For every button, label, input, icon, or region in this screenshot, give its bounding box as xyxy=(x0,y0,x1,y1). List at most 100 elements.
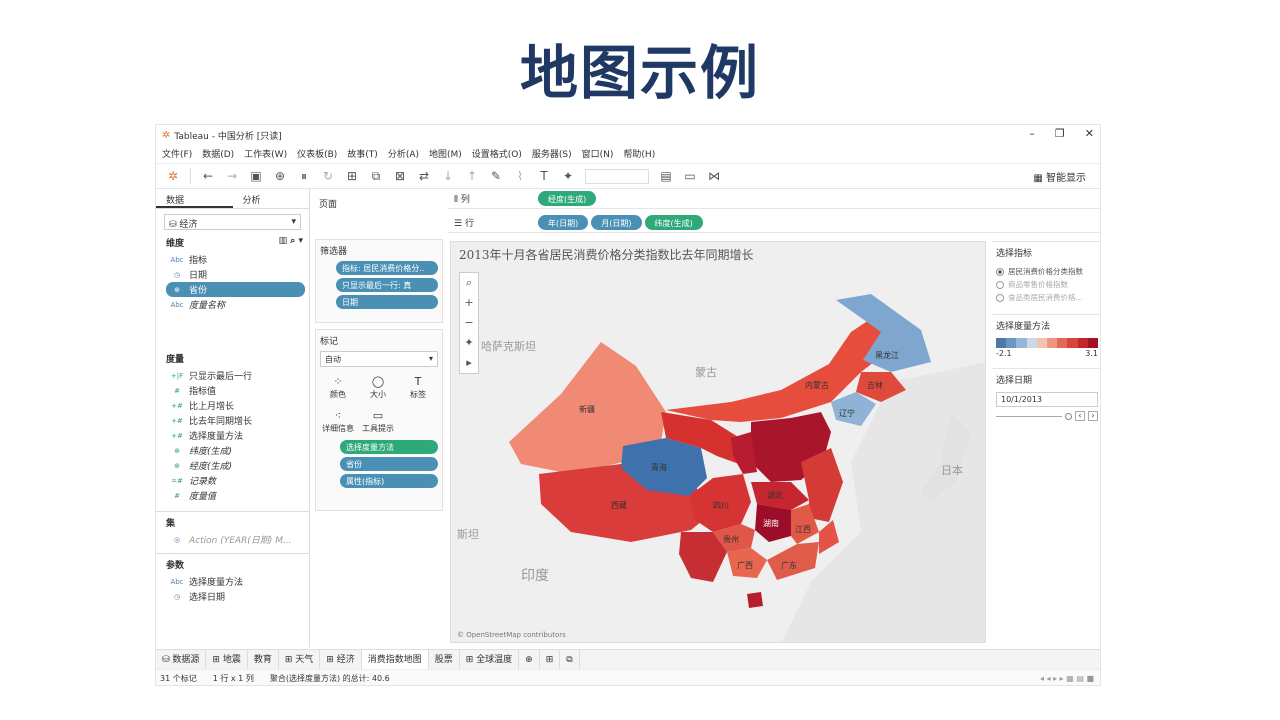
tab-sheet[interactable]: 股票 xyxy=(429,649,460,670)
new-dashboard-icon[interactable]: ⊞ xyxy=(540,649,561,670)
pages-label: 页面 xyxy=(319,200,338,210)
zoom-out-button[interactable]: − xyxy=(460,313,478,333)
tab-analysis[interactable]: 分析 xyxy=(233,189,310,208)
menu-map[interactable]: 地图(M) xyxy=(429,147,462,160)
sort-asc-icon[interactable]: ↓ xyxy=(441,169,455,183)
field-item-selected[interactable]: ⊕ 省份 xyxy=(166,282,305,297)
field-item[interactable]: ⊕ 经度(生成) xyxy=(166,458,309,473)
date-slider[interactable]: ‹ › xyxy=(996,411,1098,421)
columns-pill[interactable]: 经度(生成) xyxy=(538,191,597,206)
tab-sheet[interactable]: ⊞ 地震 xyxy=(206,649,248,670)
field-item[interactable]: ◎ Action (YEAR(日期) M... xyxy=(166,532,309,547)
sheet-nav-icons[interactable]: ◂ ◂ ▸ ▸ ▦ ▤ ■ xyxy=(1040,674,1094,683)
mark-pill-detail[interactable]: 省份 xyxy=(340,457,438,471)
new-worksheet-icon[interactable]: ⊕ xyxy=(519,649,540,670)
new-sheet-icon[interactable]: ⊞ xyxy=(345,169,359,183)
tab-datasource[interactable]: ⛁ 数据源 xyxy=(156,649,207,670)
rows-pill[interactable]: 纬度(生成) xyxy=(644,215,703,230)
field-item[interactable]: Abc 选择度量方法 xyxy=(166,574,309,589)
map-search-icon[interactable]: ⌕ xyxy=(460,273,478,293)
label-button[interactable]: T 标签 xyxy=(400,373,436,403)
pin-map-icon[interactable]: ✦ xyxy=(460,333,478,353)
menu-window[interactable]: 窗口(N) xyxy=(582,147,614,160)
tab-sheet-active[interactable]: 消费指数地图 xyxy=(361,649,429,670)
menu-story[interactable]: 故事(T) xyxy=(347,147,378,160)
sort-desc-icon[interactable]: ↑ xyxy=(465,169,479,183)
color-button[interactable]: ⁘ 颜色 xyxy=(320,373,356,403)
filter-pill[interactable]: 只显示最后一行: 真 xyxy=(336,278,438,292)
field-item[interactable]: Abc 指标 xyxy=(166,252,309,267)
forward-icon[interactable]: → xyxy=(225,169,239,183)
mark-pill-color[interactable]: 选择度量方法 xyxy=(340,440,438,454)
pin-icon[interactable]: ✦ xyxy=(561,169,575,183)
menu-analysis[interactable]: 分析(A) xyxy=(388,147,419,160)
menu-data[interactable]: 数据(D) xyxy=(202,147,234,160)
field-item[interactable]: ⊕ 纬度(生成) xyxy=(166,443,309,458)
highlight-icon[interactable]: ✎ xyxy=(489,169,503,183)
tab-sheet[interactable]: ⊞ 全球温度 xyxy=(460,649,520,670)
date-input[interactable]: 10/1/2013 xyxy=(996,392,1098,407)
new-datasource-icon[interactable]: ⊕ xyxy=(273,169,287,183)
save-icon[interactable]: ▣ xyxy=(249,169,263,183)
fit-dropdown[interactable] xyxy=(585,168,649,184)
field-item[interactable]: =# 记录数 xyxy=(166,473,309,488)
field-item[interactable]: +# 比上月增长 xyxy=(166,398,309,413)
group-icon[interactable]: ⌇ xyxy=(513,169,527,183)
rows-pill[interactable]: 月(日期) xyxy=(591,215,642,230)
tab-sheet[interactable]: ⊞ 经济 xyxy=(320,649,362,670)
tableau-home-icon[interactable]: ✲ xyxy=(166,169,180,183)
tab-data[interactable]: 数据 xyxy=(156,189,233,208)
radio-option[interactable]: 食品类居民消费价格... xyxy=(996,291,1098,304)
tab-sheet[interactable]: ⊞ 天气 xyxy=(279,649,321,670)
expand-toolbar-icon[interactable]: ▸ xyxy=(460,353,478,373)
radio-option[interactable]: 商品零售价格指数 xyxy=(996,278,1098,291)
field-item[interactable]: +|F 只显示最后一行 xyxy=(166,368,309,383)
filter-pill[interactable]: 日期 xyxy=(336,295,438,309)
maximize-button[interactable]: ❐ xyxy=(1055,127,1065,140)
slider-knob[interactable] xyxy=(1065,412,1072,420)
duplicate-sheet-icon[interactable]: ⧉ xyxy=(369,169,383,184)
labels-icon[interactable]: T xyxy=(537,169,551,183)
menu-help[interactable]: 帮助(H) xyxy=(623,147,655,160)
rows-pill[interactable]: 年(日期) xyxy=(538,215,589,230)
tab-sheet[interactable]: 教育 xyxy=(248,649,279,670)
show-cards-icon[interactable]: ▤ xyxy=(659,169,673,183)
field-item[interactable]: Abc 度量名称 xyxy=(166,297,309,312)
map-view[interactable]: 蒙古 日本 印度 斯坦 哈萨克斯坦 新疆 西藏 青海 内蒙古 黑龙江 吉林 辽宁… xyxy=(450,241,986,643)
mark-pill-tooltip[interactable]: 属性(指标) xyxy=(340,474,438,488)
minimize-button[interactable]: – xyxy=(1029,127,1035,140)
swap-icon[interactable]: ⇄ xyxy=(417,169,431,183)
menu-worksheet[interactable]: 工作表(W) xyxy=(244,147,287,160)
show-me-button[interactable]: ▦ 智能显示 xyxy=(1033,169,1086,184)
menu-dashboard[interactable]: 仪表板(B) xyxy=(297,147,337,160)
back-icon[interactable]: ← xyxy=(201,169,215,183)
menu-file[interactable]: 文件(F) xyxy=(162,147,192,160)
tooltip-button[interactable]: ▭ 工具提示 xyxy=(360,407,396,437)
province-hainan xyxy=(747,592,763,608)
field-item[interactable]: # 指标值 xyxy=(166,383,309,398)
detail-button[interactable]: ⁖ 详细信息 xyxy=(320,407,356,437)
filter-pill[interactable]: 指标: 居民消费价格分.. xyxy=(336,261,438,275)
refresh-icon[interactable]: ↻ xyxy=(321,169,335,183)
clear-sheet-icon[interactable]: ⊠ xyxy=(393,169,407,183)
slider-prev-icon[interactable]: ‹ xyxy=(1075,411,1085,421)
size-button[interactable]: ◯ 大小 xyxy=(360,373,396,403)
field-item[interactable]: # 度量值 xyxy=(166,488,309,503)
new-story-icon[interactable]: ⧉ xyxy=(560,649,580,670)
menu-server[interactable]: 服务器(S) xyxy=(532,147,572,160)
menu-format[interactable]: 设置格式(O) xyxy=(472,147,522,160)
radio-option[interactable]: 居民消费价格分类指数 xyxy=(996,265,1098,278)
field-item[interactable]: ◷ 日期 xyxy=(166,267,309,282)
field-item[interactable]: +# 比去年同期增长 xyxy=(166,413,309,428)
mark-type-select[interactable]: 自动 ▾ xyxy=(320,351,438,367)
slider-next-icon[interactable]: › xyxy=(1088,411,1098,421)
close-button[interactable]: ✕ xyxy=(1085,127,1094,140)
zoom-in-button[interactable]: + xyxy=(460,293,478,313)
datasource-select[interactable]: ⛁ 经济 ▾ xyxy=(164,214,301,230)
field-item[interactable]: +# 选择度量方法 xyxy=(166,428,309,443)
field-item[interactable]: ◷ 选择日期 xyxy=(166,589,309,604)
search-icon[interactable]: ▥ ⌕ ▾ xyxy=(279,236,303,249)
share-icon[interactable]: ⋈ xyxy=(707,169,721,183)
pause-updates-icon[interactable]: ⏸ xyxy=(297,169,311,184)
presentation-icon[interactable]: ▭ xyxy=(683,169,697,183)
